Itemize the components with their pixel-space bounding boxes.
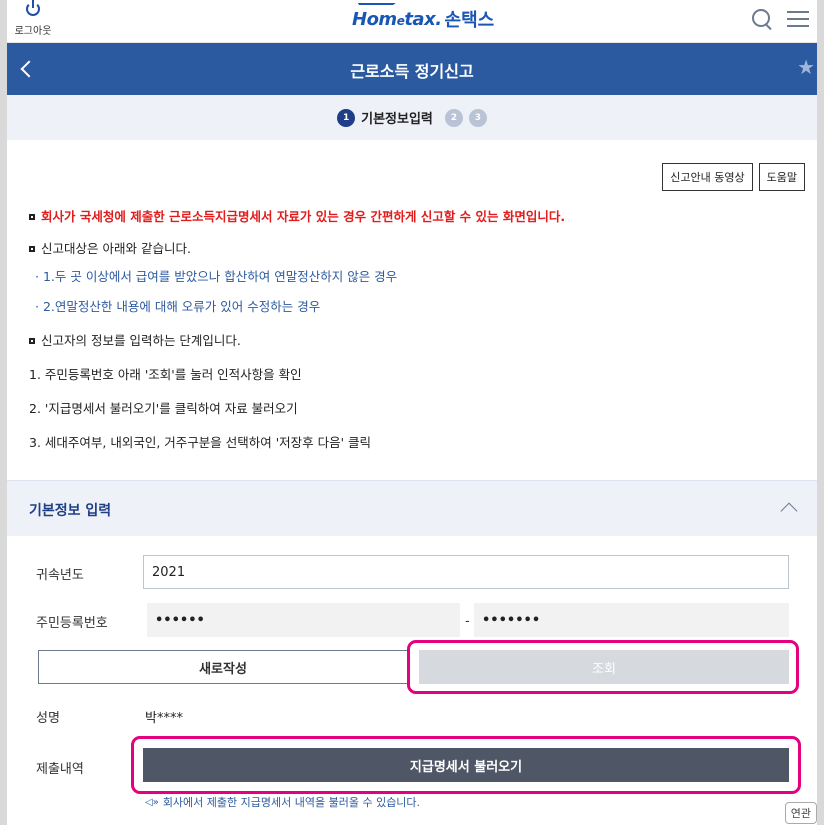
step-1-badge: 1	[337, 108, 356, 127]
step-1-label: 기본정보입력	[361, 112, 433, 127]
new-write-button[interactable]: 새로작성	[38, 650, 408, 684]
lookup-highlight	[407, 640, 799, 694]
load-highlight	[131, 736, 801, 794]
step-indicator: 1 기본정보입력 2 3	[7, 95, 817, 140]
chevron-up-icon[interactable]	[780, 502, 798, 520]
basic-info-form: 귀속년도 2021 주민등록번호 •••••• - ••••••• 새로작성 조…	[7, 536, 817, 825]
power-icon	[26, 0, 40, 16]
guide-steps-heading: 신고자의 정보를 입력하는 단계입니다.	[29, 330, 241, 349]
logout-button[interactable]: 로그아웃	[13, 0, 53, 37]
year-label: 귀속년도	[36, 568, 84, 583]
rrn-front-input[interactable]: ••••••	[147, 603, 460, 637]
guide-panel: 신고안내 동영상 도움말 회사가 국세청에 제출한 근로소득지급명세서 자료가 …	[7, 140, 817, 480]
section-title: 기본정보 입력	[29, 503, 112, 519]
title-bar: 근로소득 정기신고 ★	[7, 43, 817, 95]
name-label: 성명	[36, 711, 60, 726]
help-button[interactable]: 도움말	[758, 163, 805, 191]
guide-target-1: · 1.두 곳 이상에서 급여를 받았으나 합산하여 연말정산하지 않은 경우	[35, 269, 398, 284]
guide-step-3: 3. 세대주여부, 내외국인, 거주구분을 선택하여 '저장후 다음' 클릭	[29, 435, 372, 450]
step-3-badge: 3	[468, 108, 487, 127]
logo-text: Hometax.	[352, 8, 442, 30]
name-value: 박****	[145, 711, 183, 726]
load-note: ◁» 회사에서 제출한 지급명세서 내역을 불러올 수 있습니다.	[145, 796, 421, 809]
year-input[interactable]: 2021	[143, 555, 789, 589]
speaker-icon: ◁»	[145, 796, 159, 808]
guide-target-2: · 2.연말정산한 내용에 대해 오류가 있어 수정하는 경우	[35, 299, 321, 314]
hometax-logo[interactable]: Hometax. 손택스	[352, 6, 494, 32]
top-header: 로그아웃 Hometax. 손택스	[7, 0, 817, 43]
search-icon[interactable]	[751, 8, 773, 30]
guide-step-1: 1. 주민등록번호 아래 '조회'를 눌러 인적사항을 확인	[29, 367, 302, 382]
rrn-label: 주민등록번호	[36, 616, 108, 631]
related-button[interactable]: 연관	[784, 802, 817, 824]
rrn-dash: -	[465, 614, 470, 629]
guide-step-2: 2. '지급명세서 불러오기'를 클릭하여 자료 불러오기	[29, 401, 298, 416]
basic-info-section-header[interactable]: 기본정보 입력	[7, 480, 817, 536]
submission-label: 제출내역	[36, 762, 84, 777]
star-icon[interactable]: ★	[797, 55, 815, 79]
guide-notice: 회사가 국세청에 제출한 근로소득지급명세서 자료가 있는 경우 간편하게 신고…	[29, 206, 565, 225]
guide-target-heading: 신고대상은 아래와 같습니다.	[29, 238, 191, 257]
rrn-back-input[interactable]: •••••••	[474, 603, 789, 637]
logo-korean: 손택스	[444, 10, 495, 31]
logout-label: 로그아웃	[14, 26, 52, 37]
step-2-badge: 2	[444, 108, 463, 127]
menu-icon[interactable]	[787, 9, 809, 29]
page-title: 근로소득 정기신고	[350, 62, 474, 81]
guide-video-button[interactable]: 신고안내 동영상	[662, 163, 753, 191]
